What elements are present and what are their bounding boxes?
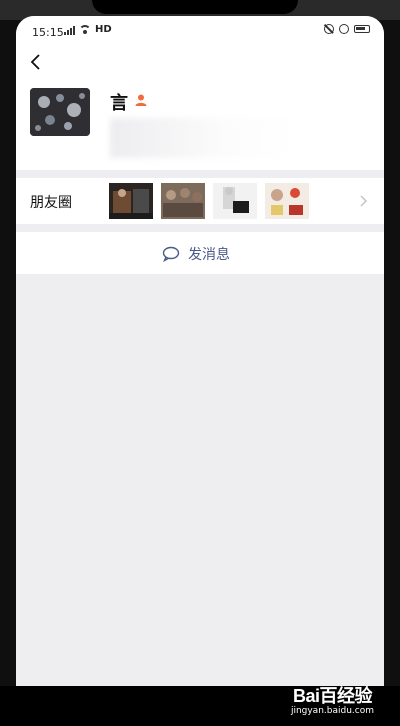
send-message-content: 发消息	[162, 244, 230, 264]
moment-thumbnail-4	[265, 183, 309, 219]
mute-icon	[324, 24, 334, 34]
profile-header: 言	[16, 46, 384, 170]
watermark-brand: Bai百经验	[292, 686, 373, 706]
avatar[interactable]	[30, 88, 90, 136]
moment-thumbnail-1-image	[109, 183, 153, 219]
user-icon	[135, 94, 147, 106]
status-bar: 15:15 HD	[16, 16, 384, 46]
phone-screen: 15:15 HD 言 朋友圈 发消息	[16, 16, 384, 686]
avatar-image	[30, 88, 90, 136]
status-left-icons: HD	[64, 24, 112, 35]
chevron-right-icon	[360, 195, 368, 207]
send-message-label: 发消息	[188, 247, 230, 263]
moment-thumbnail-2-image	[161, 183, 205, 219]
moment-thumbnail-3-image	[213, 183, 257, 219]
status-right-icons	[324, 24, 370, 34]
device-notch	[92, 0, 298, 14]
watermark-url: jingyan.baidu.com	[290, 706, 374, 716]
battery-icon	[354, 25, 370, 33]
alarm-icon	[339, 24, 349, 34]
chat-bubble-icon	[162, 246, 180, 262]
wifi-icon	[79, 25, 91, 34]
network-label: HD	[95, 24, 112, 35]
blurred-profile-info	[110, 118, 300, 158]
moment-thumbnail-1	[109, 183, 153, 219]
watermark: Bai百经验 jingyan.baidu.com	[291, 682, 374, 716]
signal-icon	[64, 25, 75, 35]
phone-device: 15:15 HD 言 朋友圈 发消息 Bai百经验 jingyan.baidu.…	[0, 0, 400, 726]
back-button[interactable]	[24, 50, 48, 74]
moment-thumbnail-2	[161, 183, 205, 219]
profile-nickname: 言	[110, 93, 128, 114]
moments-label: 朋友圈	[30, 195, 72, 211]
moment-thumbnail-4-image	[265, 183, 309, 219]
moment-thumbnail-3	[213, 183, 257, 219]
send-message-button[interactable]: 发消息	[16, 232, 384, 274]
moments-row[interactable]: 朋友圈	[16, 178, 384, 224]
status-time: 15:15	[32, 26, 64, 39]
back-arrow-icon	[30, 54, 40, 70]
